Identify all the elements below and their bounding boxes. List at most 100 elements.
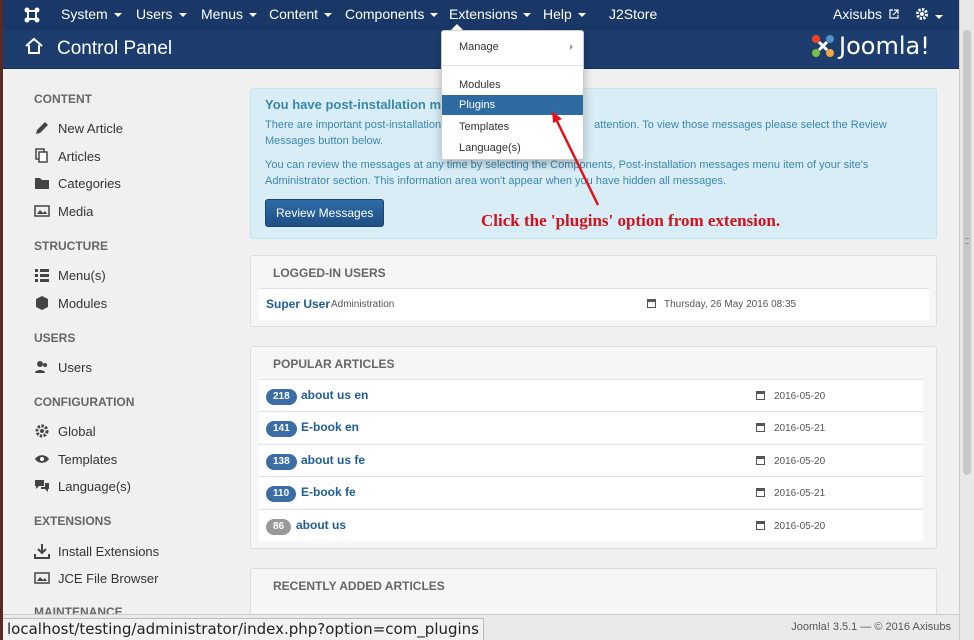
chevron-down-icon (935, 15, 943, 20)
calendar-icon (756, 456, 765, 465)
table-row: Super User Administration Thursday, 26 M… (259, 288, 929, 320)
comments-icon (35, 480, 49, 492)
calendar-icon (756, 521, 765, 530)
chevron-down-icon (249, 13, 258, 18)
sidebar-heading-content: CONTENT (34, 92, 92, 106)
calendar-icon (756, 423, 765, 432)
chevron-right-icon (570, 44, 573, 50)
sidebar-item-label: New Article (58, 121, 124, 136)
article-link[interactable]: about us fe (301, 453, 365, 467)
article-date: 2016-05-20 (774, 391, 826, 402)
table-row: 110 E-book fe 2016-05-21 (259, 476, 923, 508)
sidebar-item-label: Modules (58, 296, 108, 311)
sidebar-heading-structure: STRUCTURE (34, 239, 108, 253)
alert-text: Administrator section. This information … (265, 175, 727, 187)
table-row: 86 about us 2016-05-20 (259, 509, 923, 541)
nav-users[interactable]: Users (136, 0, 187, 30)
cog-icon (35, 424, 49, 438)
download-icon (34, 544, 50, 559)
nav-components-label: Components (345, 6, 425, 22)
menu-item-label: Plugins (459, 99, 496, 111)
chevron-down-icon (324, 13, 333, 18)
home-icon (24, 37, 44, 58)
nav-help[interactable]: Help (543, 0, 586, 30)
nav-menus[interactable]: Menus (201, 0, 258, 30)
nav-menus-label: Menus (201, 6, 244, 22)
settings-menu[interactable] (915, 0, 943, 30)
eye-icon (35, 455, 49, 463)
joomla-logo-icon (809, 32, 837, 63)
chevron-down-icon (113, 13, 122, 18)
alert-text: attention. To view those messages please… (594, 119, 887, 131)
annotation-text: Click the 'plugins' option from extensio… (481, 211, 781, 230)
sidebar: CONTENT New Article Articles Categories … (3, 69, 241, 619)
gear-icon (916, 8, 928, 20)
chevron-down-icon (577, 13, 586, 18)
nav-extensions-label: Extensions (449, 6, 518, 22)
panel-title: LOGGED-IN USERS (273, 266, 386, 280)
picture-icon (34, 572, 50, 584)
page-title: Control Panel (57, 38, 173, 59)
nav-j2store[interactable]: J2Store (609, 0, 657, 30)
chevron-down-icon (430, 13, 439, 18)
menu-item-modules[interactable]: Modules (442, 75, 583, 95)
review-messages-button[interactable]: Review Messages (265, 199, 385, 227)
table-row: 141 E-book en 2016-05-21 (259, 411, 923, 443)
hits-badge: 86 (266, 519, 292, 535)
nav-system-label: System (61, 6, 108, 22)
article-link[interactable]: E-book en (301, 420, 359, 434)
nav-system[interactable]: System (61, 0, 122, 30)
top-navbar: System Users Menus Content Components Ex… (3, 0, 959, 30)
article-date: 2016-05-21 (774, 423, 826, 434)
folder-icon (35, 178, 49, 189)
nav-j2store-label: J2Store (609, 6, 658, 22)
cube-icon (36, 296, 48, 310)
users-icon (35, 361, 47, 373)
login-date: Thursday, 26 May 2016 08:35 (664, 299, 797, 310)
calendar-icon (756, 391, 765, 400)
nav-help-label: Help (543, 6, 572, 22)
dropdown-pointer (451, 24, 463, 30)
calendar-icon (647, 299, 656, 308)
sidebar-heading-extensions: EXTENSIONS (34, 514, 112, 528)
pencil-icon (36, 122, 48, 134)
panel-title: RECENTLY ADDED ARTICLES (273, 579, 445, 593)
hits-badge: 218 (266, 389, 297, 405)
list-icon (35, 269, 49, 282)
scrollbar-thumb[interactable] (963, 30, 971, 475)
site-name: Axisubs (833, 6, 883, 22)
scrollbar[interactable] (959, 0, 974, 640)
article-link[interactable]: E-book fe (301, 485, 356, 499)
article-date: 2016-05-21 (774, 488, 826, 499)
popular-articles-panel: POPULAR ARTICLES 218 about us en 2016-05… (250, 346, 937, 549)
menu-item-label: Language(s) (459, 142, 521, 154)
user-link[interactable]: Super User (266, 297, 330, 311)
sidebar-item-label: Users (58, 360, 92, 375)
alert-text: There are important post-installation (265, 119, 442, 131)
sidebar-item-label: Menu(s) (58, 268, 106, 283)
menu-item-manage[interactable]: Manage (442, 37, 583, 57)
article-link[interactable]: about us en (301, 388, 368, 402)
sidebar-heading-users: USERS (34, 331, 76, 345)
sidebar-item-label: Global (58, 424, 96, 439)
external-link-icon (889, 9, 899, 19)
sidebar-item-label: Articles (58, 149, 101, 164)
calendar-icon (756, 488, 765, 497)
nav-site-link[interactable]: Axisubs (833, 0, 899, 30)
nav-content[interactable]: Content (269, 0, 333, 30)
joomla-icon[interactable] (23, 0, 41, 30)
status-bar-url: localhost/testing/administrator/index.ph… (3, 618, 485, 640)
sidebar-item-label: Categories (58, 176, 121, 191)
hits-badge: 110 (266, 486, 297, 502)
menu-item-label: Modules (459, 79, 501, 91)
image-icon (34, 205, 50, 217)
logged-in-users-panel: LOGGED-IN USERS Super User Administratio… (250, 255, 937, 327)
sidebar-item-label: Templates (58, 452, 118, 467)
joomla-logo-text: Joomla! (839, 32, 930, 60)
nav-components[interactable]: Components (345, 0, 439, 30)
article-date: 2016-05-20 (774, 521, 826, 532)
alert-text: Messages button below. (265, 135, 384, 147)
article-link[interactable]: about us (296, 518, 346, 532)
nav-users-label: Users (136, 6, 173, 22)
hits-badge: 138 (266, 454, 297, 470)
